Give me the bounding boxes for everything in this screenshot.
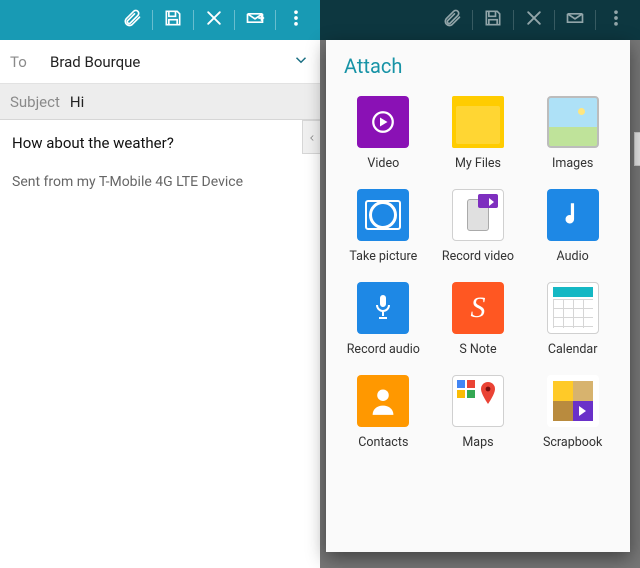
attach-item-label: S Note — [459, 342, 496, 357]
to-value: Brad Bourque — [50, 53, 292, 71]
contacts-icon — [357, 375, 409, 427]
attach-item-label: Take picture — [349, 249, 417, 264]
paperclip-icon — [442, 8, 462, 32]
subject-field-row[interactable]: Subject Hi — [0, 84, 320, 120]
attach-button-dim — [432, 0, 472, 40]
camcorder-icon — [452, 189, 504, 241]
save-icon — [483, 8, 503, 32]
attach-item-label: Scrapbook — [543, 435, 602, 450]
camera-icon — [357, 189, 409, 241]
close-icon — [524, 8, 544, 32]
attach-overlay-screen: Attach Video My Files Images Take pictur… — [320, 0, 640, 568]
signature-text: Sent from my T-Mobile 4G LTE Device — [12, 174, 308, 190]
close-icon — [204, 8, 224, 32]
attach-item-label: Record audio — [347, 342, 420, 357]
attach-item-record-audio[interactable]: Record audio — [336, 282, 431, 357]
attach-item-video[interactable]: Video — [336, 96, 431, 171]
more-icon — [606, 8, 626, 32]
attach-panel: Attach Video My Files Images Take pictur… — [326, 40, 630, 552]
discard-button-dim — [514, 0, 554, 40]
collapse-tab-dim — [634, 132, 640, 166]
send-button[interactable] — [235, 0, 275, 40]
video-icon — [357, 96, 409, 148]
save-draft-button[interactable] — [153, 0, 193, 40]
to-label: To — [10, 53, 50, 71]
attach-item-s-note[interactable]: S S Note — [431, 282, 526, 357]
attach-item-label: Record video — [442, 249, 514, 264]
microphone-icon — [357, 282, 409, 334]
calendar-icon — [547, 282, 599, 334]
body-area[interactable]: How about the weather? Sent from my T-Mo… — [0, 120, 320, 204]
snote-icon: S — [452, 282, 504, 334]
save-button-dim — [473, 0, 513, 40]
attach-grid: Video My Files Images Take picture Recor… — [326, 90, 630, 458]
attach-item-images[interactable]: Images — [525, 96, 620, 171]
more-button-dim — [596, 0, 636, 40]
attach-item-record-video[interactable]: Record video — [431, 189, 526, 264]
more-button[interactable] — [276, 0, 316, 40]
send-icon — [245, 8, 265, 32]
toolbar-left — [0, 0, 320, 40]
attach-item-audio[interactable]: Audio — [525, 189, 620, 264]
send-button-dim — [555, 0, 595, 40]
attach-item-contacts[interactable]: Contacts — [336, 375, 431, 450]
attach-button[interactable] — [112, 0, 152, 40]
compose-screen: To Brad Bourque Subject Hi How about the… — [0, 0, 320, 568]
attach-item-label: Maps — [462, 435, 493, 450]
scrapbook-icon — [547, 375, 599, 427]
attach-item-label: Audio — [557, 249, 589, 264]
chevron-down-icon — [292, 54, 310, 73]
save-icon — [163, 8, 183, 32]
to-field-row[interactable]: To Brad Bourque — [0, 40, 320, 84]
body-text: How about the weather? — [12, 134, 308, 152]
subject-label: Subject — [10, 93, 60, 111]
attach-item-take-picture[interactable]: Take picture — [336, 189, 431, 264]
attach-item-label: My Files — [455, 156, 501, 171]
attach-item-calendar[interactable]: Calendar — [525, 282, 620, 357]
attach-item-scrapbook[interactable]: Scrapbook — [525, 375, 620, 450]
folder-icon — [452, 96, 504, 148]
attach-item-maps[interactable]: Maps — [431, 375, 526, 450]
collapse-tab[interactable] — [302, 120, 320, 154]
paperclip-icon — [122, 8, 142, 32]
attach-item-label: Contacts — [358, 435, 408, 450]
attach-panel-title: Attach — [326, 40, 630, 90]
maps-icon — [452, 375, 504, 427]
attach-item-label: Calendar — [548, 342, 598, 357]
subject-value: Hi — [70, 93, 84, 111]
toolbar-right-dimmed — [320, 0, 640, 40]
images-icon — [547, 96, 599, 148]
attach-item-my-files[interactable]: My Files — [431, 96, 526, 171]
chevron-left-icon — [307, 128, 317, 147]
attach-item-label: Images — [552, 156, 593, 171]
music-note-icon — [547, 189, 599, 241]
attach-item-label: Video — [367, 156, 399, 171]
expand-recipients-button[interactable] — [292, 51, 310, 73]
more-icon — [286, 8, 306, 32]
discard-button[interactable] — [194, 0, 234, 40]
send-icon — [565, 8, 585, 32]
